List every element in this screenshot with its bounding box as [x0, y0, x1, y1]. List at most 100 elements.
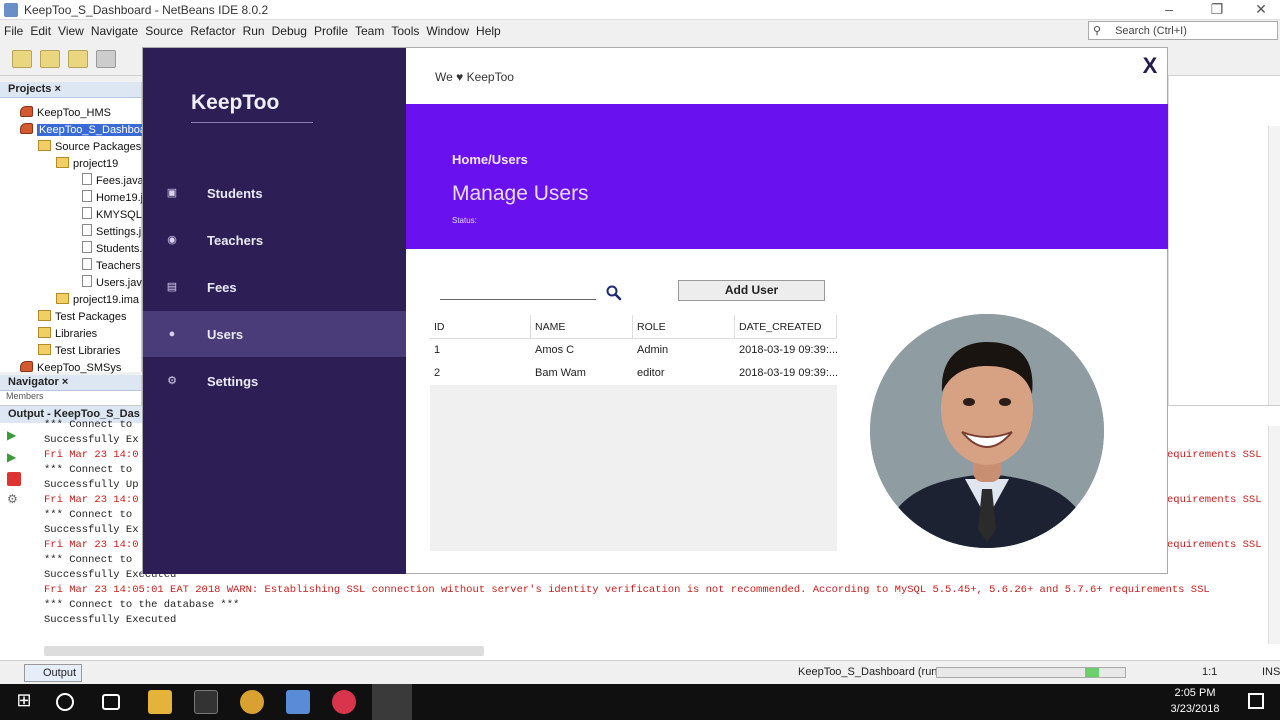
menu-refactor[interactable]: Refactor	[190, 24, 235, 38]
folder-icon	[38, 310, 51, 321]
tree-item-selected[interactable]: KeepToo_S_Dashboa	[20, 122, 149, 139]
search-icon[interactable]	[605, 284, 623, 302]
column-header-name[interactable]: NAME	[531, 315, 633, 339]
java-taskbar-icon[interactable]	[372, 684, 412, 720]
minimize-icon[interactable]: –	[1146, 0, 1192, 20]
table-cell[interactable]: editor	[633, 362, 735, 385]
task-view-icon[interactable]	[102, 694, 120, 710]
output-line: *** Connect to	[44, 464, 133, 476]
output-hscrollbar[interactable]	[44, 646, 484, 656]
netbeans-taskbar-icon[interactable]	[286, 690, 310, 714]
settings-icon[interactable]: ⚙	[7, 492, 21, 506]
menu-profile[interactable]: Profile	[314, 24, 348, 38]
column-header-id[interactable]: ID	[430, 315, 531, 339]
tree-item[interactable]: Libraries	[38, 326, 97, 343]
rerun-params-icon[interactable]: ▶	[7, 450, 21, 464]
sidebar-item-settings[interactable]: ⚙ Settings	[143, 358, 406, 404]
windows-start-icon[interactable]: ⊞	[12, 690, 36, 714]
java-file-icon	[82, 224, 92, 236]
table-cell[interactable]: Admin	[633, 339, 735, 362]
table-cell[interactable]: 2	[430, 362, 531, 385]
open-project-icon[interactable]	[68, 50, 88, 68]
column-header-date[interactable]: DATE_CREATED	[735, 315, 837, 339]
tree-item[interactable]: Fees.java	[82, 173, 144, 190]
rerun-icon[interactable]: ▶	[7, 428, 21, 442]
editor-scrollbar[interactable]	[1268, 126, 1280, 406]
new-project-icon[interactable]	[40, 50, 60, 68]
tree-item-label: Test Libraries	[55, 345, 121, 357]
tree-item[interactable]: Users.jav	[82, 275, 142, 292]
output-status-tab[interactable]: Output	[24, 664, 82, 682]
navigator-tab[interactable]: Navigator ×	[0, 375, 141, 391]
menu-debug[interactable]: Debug	[272, 24, 307, 38]
chrome-icon[interactable]	[240, 690, 264, 714]
tree-item[interactable]: project19	[56, 156, 118, 173]
column-header-role[interactable]: ROLE	[633, 315, 735, 339]
tree-item[interactable]: Test Packages	[38, 309, 127, 326]
tree-item-label: Test Packages	[55, 311, 127, 323]
projects-tab[interactable]: Projects ×	[0, 82, 141, 98]
add-user-button[interactable]: Add User	[678, 280, 825, 301]
terminal-icon[interactable]	[194, 690, 218, 714]
ide-title: KeepToo_S_Dashboard - NetBeans IDE 8.0.2	[24, 2, 269, 17]
sidebar-item-teachers[interactable]: ◉ Teachers	[143, 217, 406, 263]
sidebar-item-fees[interactable]: ▤ Fees	[143, 264, 406, 310]
menu-run[interactable]: Run	[243, 24, 265, 38]
ide-status-bar: Output KeepToo_S_Dashboard (run) 1:1 INS	[0, 660, 1280, 684]
close-app-button[interactable]: X	[1138, 53, 1162, 79]
menu-help[interactable]: Help	[476, 24, 501, 38]
app-taskbar-icon[interactable]	[332, 690, 356, 714]
run-progress	[936, 667, 1126, 678]
notification-icon[interactable]	[1248, 693, 1264, 709]
ide-search-input[interactable]: ⚲ Search (Ctrl+I)	[1088, 21, 1278, 40]
table-cell[interactable]: 1	[430, 339, 531, 362]
package-icon	[56, 293, 69, 304]
output-line: Successfully Ex	[44, 434, 139, 446]
navigator-members[interactable]: Members	[0, 391, 141, 401]
close-tab-icon[interactable]: ×	[54, 83, 60, 95]
clock-date[interactable]: 3/23/2018	[1160, 703, 1230, 715]
menu-team[interactable]: Team	[355, 24, 384, 38]
menu-source[interactable]: Source	[145, 24, 183, 38]
insert-mode: INS	[1262, 666, 1280, 678]
new-file-icon[interactable]	[12, 50, 32, 68]
menu-view[interactable]: View	[58, 24, 84, 38]
table-cell[interactable]: 2018-03-19 09:39:...	[735, 362, 837, 385]
restore-icon[interactable]: ❐	[1194, 0, 1240, 20]
tree-item[interactable]: Teachers	[82, 258, 141, 275]
output-scrollbar[interactable]	[1268, 426, 1280, 644]
output-line-fragment: equirements SSL	[1167, 539, 1262, 551]
tree-item[interactable]: Test Libraries	[38, 343, 120, 360]
stop-icon[interactable]	[7, 472, 21, 486]
sidebar-item-users[interactable]: ● Users	[143, 311, 406, 357]
java-file-icon	[82, 258, 92, 270]
save-all-icon[interactable]	[96, 50, 116, 68]
cortana-icon[interactable]	[56, 693, 74, 711]
java-file-icon	[82, 190, 92, 202]
tree-item[interactable]: Home19.j	[82, 190, 143, 207]
sidebar-item-students[interactable]: ▣ Students	[143, 170, 406, 216]
netbeans-icon	[4, 2, 18, 17]
table-cell[interactable]: Amos C	[531, 339, 633, 362]
close-window-icon[interactable]: ✕	[1238, 0, 1280, 20]
file-explorer-icon[interactable]	[148, 690, 172, 714]
tree-item[interactable]: KMYSQL.j	[82, 207, 147, 224]
tree-item[interactable]: Students.	[82, 241, 142, 258]
tree-item[interactable]: Source Packages	[38, 139, 141, 156]
menu-navigate[interactable]: Navigate	[91, 24, 138, 38]
table-cell[interactable]: Bam Wam	[531, 362, 633, 385]
close-tab-icon[interactable]: ×	[62, 376, 68, 388]
clock-time[interactable]: 2:05 PM	[1160, 687, 1230, 699]
menu-tools[interactable]: Tools	[391, 24, 419, 38]
tree-item-label: Users.jav	[96, 277, 142, 289]
menu-window[interactable]: Window	[426, 24, 469, 38]
user-search-input[interactable]	[440, 282, 596, 299]
table-cell[interactable]: 2018-03-19 09:39:...	[735, 339, 837, 362]
search-icon: ⚲	[1093, 25, 1102, 37]
tree-item[interactable]: Settings.j	[82, 224, 141, 241]
menu-file[interactable]: File	[4, 24, 23, 38]
tree-item[interactable]: project19.ima	[56, 292, 139, 309]
folder-icon	[38, 344, 51, 355]
tree-item[interactable]: KeepToo_HMS	[20, 105, 111, 122]
menu-edit[interactable]: Edit	[30, 24, 51, 38]
